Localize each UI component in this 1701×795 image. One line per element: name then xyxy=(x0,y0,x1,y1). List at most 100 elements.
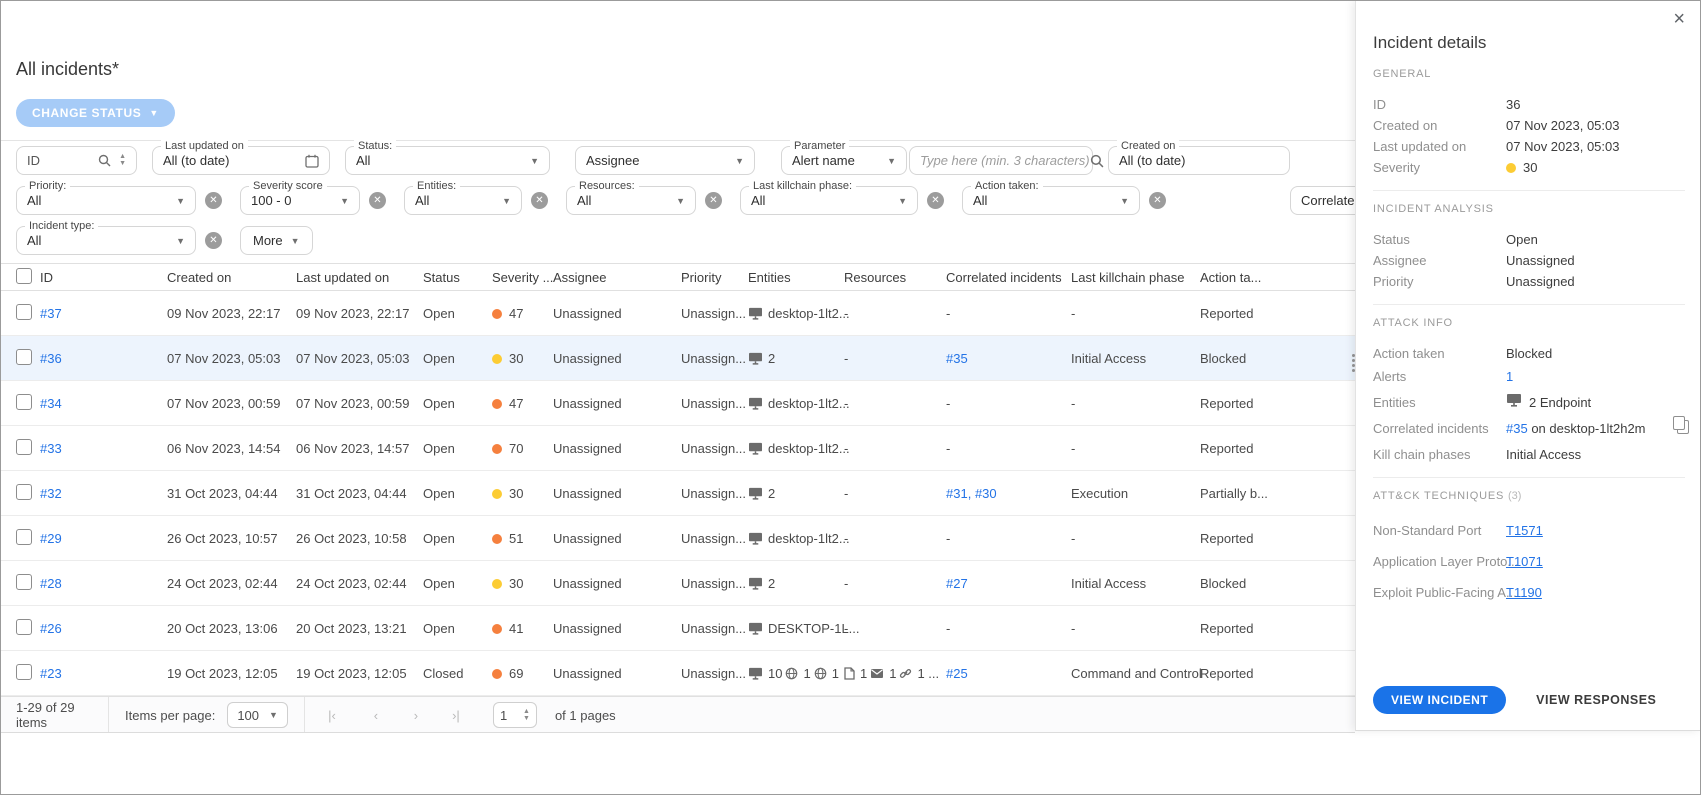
clear-severity-filter-icon[interactable]: ✕ xyxy=(369,192,386,209)
table-row[interactable]: #2824 Oct 2023, 02:4424 Oct 2023, 02:44O… xyxy=(0,561,1355,606)
correlated-incident-link[interactable]: #30 xyxy=(975,486,997,501)
search-icon[interactable] xyxy=(1090,154,1104,168)
table-row[interactable]: #3709 Nov 2023, 22:1709 Nov 2023, 22:17O… xyxy=(0,291,1355,336)
id-filter-input[interactable]: ID ▲▼ xyxy=(16,146,137,175)
row-checkbox[interactable] xyxy=(16,619,32,635)
header-entities[interactable]: Entities xyxy=(748,270,844,285)
header-last-updated[interactable]: Last updated on xyxy=(296,270,423,285)
row-checkbox[interactable] xyxy=(16,664,32,680)
table-row[interactable]: #2620 Oct 2023, 13:0620 Oct 2023, 13:21O… xyxy=(0,606,1355,651)
parameter-search-input[interactable]: Type here (min. 3 characters) xyxy=(909,146,1093,175)
header-killchain[interactable]: Last killchain phase xyxy=(1071,270,1200,285)
row-checkbox[interactable] xyxy=(16,439,32,455)
header-created-on[interactable]: Created on xyxy=(167,270,296,285)
header-status[interactable]: Status xyxy=(423,270,492,285)
status-filter[interactable]: Status: All ▼ xyxy=(345,146,550,175)
table-row[interactable]: #2319 Oct 2023, 12:0519 Oct 2023, 12:05C… xyxy=(0,651,1355,696)
incident-type-filter[interactable]: Incident type: All ▼ xyxy=(16,226,196,255)
row-checkbox[interactable] xyxy=(16,394,32,410)
first-page-icon[interactable]: |‹ xyxy=(315,708,349,723)
status-filter-label: Status: xyxy=(354,139,396,153)
header-priority[interactable]: Priority xyxy=(681,270,748,285)
header-id[interactable]: ID xyxy=(40,270,167,285)
clear-entities-filter-icon[interactable]: ✕ xyxy=(531,192,548,209)
view-incident-button[interactable]: VIEW INCIDENT xyxy=(1373,686,1506,714)
incident-id-link[interactable]: #26 xyxy=(40,621,62,636)
row-checkbox[interactable] xyxy=(16,304,32,320)
row-checkbox[interactable] xyxy=(16,484,32,500)
incident-id-link[interactable]: #23 xyxy=(40,666,62,681)
incident-id-link[interactable]: #32 xyxy=(40,486,62,501)
clear-resources-filter-icon[interactable]: ✕ xyxy=(705,192,722,209)
priority-filter[interactable]: Priority: All ▼ xyxy=(16,186,196,215)
clear-priority-filter-icon[interactable]: ✕ xyxy=(205,192,222,209)
cell-priority: Unassign... xyxy=(681,441,748,456)
incident-id-link[interactable]: #34 xyxy=(40,396,62,411)
row-checkbox[interactable] xyxy=(16,529,32,545)
cell-killchain: - xyxy=(1071,531,1200,546)
incident-id-link[interactable]: #33 xyxy=(40,441,62,456)
header-assignee[interactable]: Assignee xyxy=(553,270,681,285)
correlated-incident-link[interactable]: #27 xyxy=(946,576,968,591)
select-all-checkbox[interactable] xyxy=(16,268,32,284)
table-row[interactable]: #3231 Oct 2023, 04:4431 Oct 2023, 04:44O… xyxy=(0,471,1355,516)
table-row[interactable]: #2926 Oct 2023, 10:5726 Oct 2023, 10:58O… xyxy=(0,516,1355,561)
more-filters-button[interactable]: More ▼ xyxy=(240,226,313,255)
correlated-incident-link[interactable]: #25 xyxy=(946,666,968,681)
last-updated-filter[interactable]: Last updated on All (to date) xyxy=(152,146,330,175)
incident-id-link[interactable]: #29 xyxy=(40,531,62,546)
copy-icon[interactable] xyxy=(1677,420,1689,434)
correlated-incident-link[interactable]: #31 xyxy=(946,486,975,501)
table-row[interactable]: #3306 Nov 2023, 14:5406 Nov 2023, 14:57O… xyxy=(0,426,1355,471)
action-taken-filter-value: All xyxy=(973,193,987,208)
row-checkbox[interactable] xyxy=(16,574,32,590)
correlated-filter[interactable]: Correlated xyxy=(1290,186,1355,215)
severity-score-filter[interactable]: Severity score 100 - 0 ▼ xyxy=(240,186,360,215)
page-number-input[interactable]: 1 ▲▼ xyxy=(493,702,537,728)
incident-id-link[interactable]: #36 xyxy=(40,351,62,366)
incident-type-filter-label: Incident type: xyxy=(25,219,98,233)
next-page-icon[interactable]: › xyxy=(399,708,433,723)
mail-icon xyxy=(870,668,884,679)
prev-page-icon[interactable]: ‹ xyxy=(359,708,393,723)
alerts-count-link[interactable]: 1 xyxy=(1506,366,1513,387)
page-stepper[interactable]: ▲▼ xyxy=(523,709,530,722)
change-status-button[interactable]: CHANGE STATUS ▼ xyxy=(16,99,175,127)
last-page-icon[interactable]: ›| xyxy=(439,708,473,723)
incident-id-link[interactable]: #28 xyxy=(40,576,62,591)
technique-link[interactable]: T1190 xyxy=(1506,582,1542,603)
entities-filter[interactable]: Entities: All ▼ xyxy=(404,186,522,215)
action-taken-filter[interactable]: Action taken: All ▼ xyxy=(962,186,1140,215)
clear-action-filter-icon[interactable]: ✕ xyxy=(1149,192,1166,209)
close-icon[interactable]: × xyxy=(1673,8,1685,31)
created-on-filter[interactable]: Created on All (to date) xyxy=(1108,146,1290,175)
view-responses-button[interactable]: VIEW RESPONSES xyxy=(1536,693,1656,707)
cell-id: #26 xyxy=(40,621,167,636)
resources-filter[interactable]: Resources: All ▼ xyxy=(566,186,696,215)
header-action-taken[interactable]: Action ta... xyxy=(1200,270,1355,285)
assignee-filter[interactable]: Assignee ▼ xyxy=(575,146,755,175)
row-checkbox[interactable] xyxy=(16,349,32,365)
correlated-incident-link[interactable]: #35 xyxy=(946,351,968,366)
cell-priority: Unassign... xyxy=(681,576,748,591)
technique-link[interactable]: T1071 xyxy=(1506,551,1543,572)
resources-filter-value: All xyxy=(577,193,591,208)
technique-link[interactable]: T1571 xyxy=(1506,520,1543,541)
table-row[interactable]: #3407 Nov 2023, 00:5907 Nov 2023, 00:59O… xyxy=(0,381,1355,426)
correlated-incident-link[interactable]: #35 xyxy=(1506,421,1528,436)
items-per-page-select[interactable]: 100 ▼ xyxy=(227,702,288,728)
header-resources[interactable]: Resources xyxy=(844,270,946,285)
clear-killchain-filter-icon[interactable]: ✕ xyxy=(927,192,944,209)
header-severity[interactable]: Severity ... xyxy=(492,270,553,285)
header-correlated[interactable]: Correlated incidents xyxy=(946,270,1071,285)
table-row[interactable]: #3607 Nov 2023, 05:0307 Nov 2023, 05:03O… xyxy=(0,336,1355,381)
number-stepper[interactable]: ▲▼ xyxy=(119,154,126,167)
cell-killchain: - xyxy=(1071,396,1200,411)
panel-resize-handle[interactable] xyxy=(1352,354,1355,372)
detail-value: #35 on desktop-1lt2h2m xyxy=(1506,418,1646,439)
last-killchain-filter[interactable]: Last killchain phase: All ▼ xyxy=(740,186,918,215)
calendar-icon[interactable] xyxy=(305,154,319,168)
incident-id-link[interactable]: #37 xyxy=(40,306,62,321)
clear-incident-type-filter-icon[interactable]: ✕ xyxy=(205,232,222,249)
parameter-filter[interactable]: Parameter Alert name ▼ xyxy=(781,146,907,175)
